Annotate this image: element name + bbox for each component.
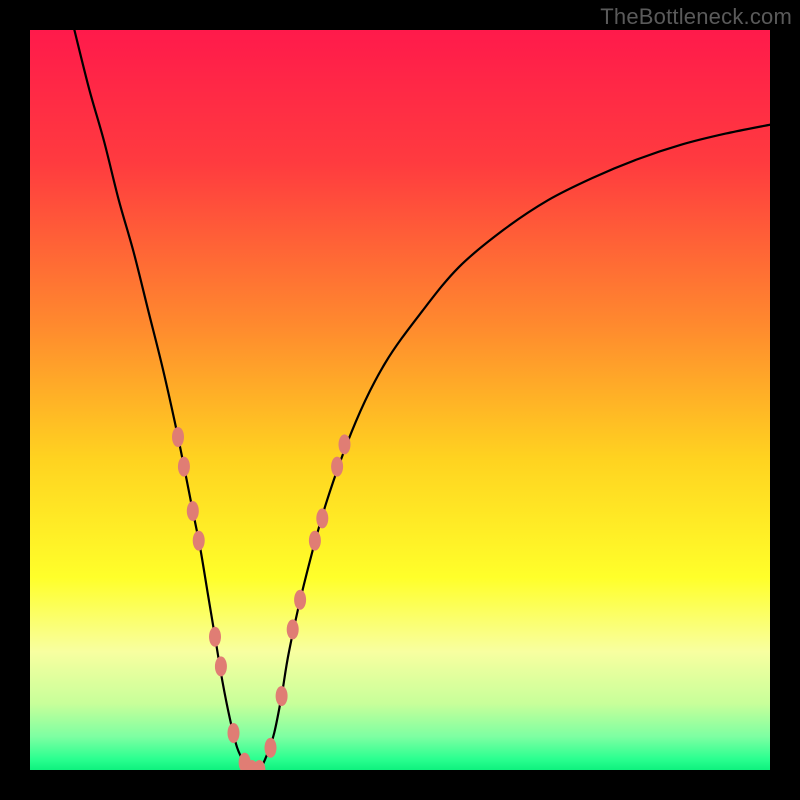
watermark-text: TheBottleneck.com — [600, 4, 792, 30]
curve-marker — [172, 427, 184, 447]
curve-marker — [276, 686, 288, 706]
plot-area — [30, 30, 770, 770]
curve-marker — [309, 531, 321, 551]
curve-marker — [287, 619, 299, 639]
curve-marker — [215, 656, 227, 676]
curve-marker — [331, 457, 343, 477]
curve-marker — [316, 508, 328, 528]
curve-marker — [193, 531, 205, 551]
curve-marker — [178, 457, 190, 477]
chart-svg — [30, 30, 770, 770]
gradient-background — [30, 30, 770, 770]
chart-frame: TheBottleneck.com — [0, 0, 800, 800]
curve-marker — [228, 723, 240, 743]
curve-marker — [339, 434, 351, 454]
curve-marker — [209, 627, 221, 647]
curve-marker — [294, 590, 306, 610]
curve-marker — [265, 738, 277, 758]
curve-marker — [187, 501, 199, 521]
